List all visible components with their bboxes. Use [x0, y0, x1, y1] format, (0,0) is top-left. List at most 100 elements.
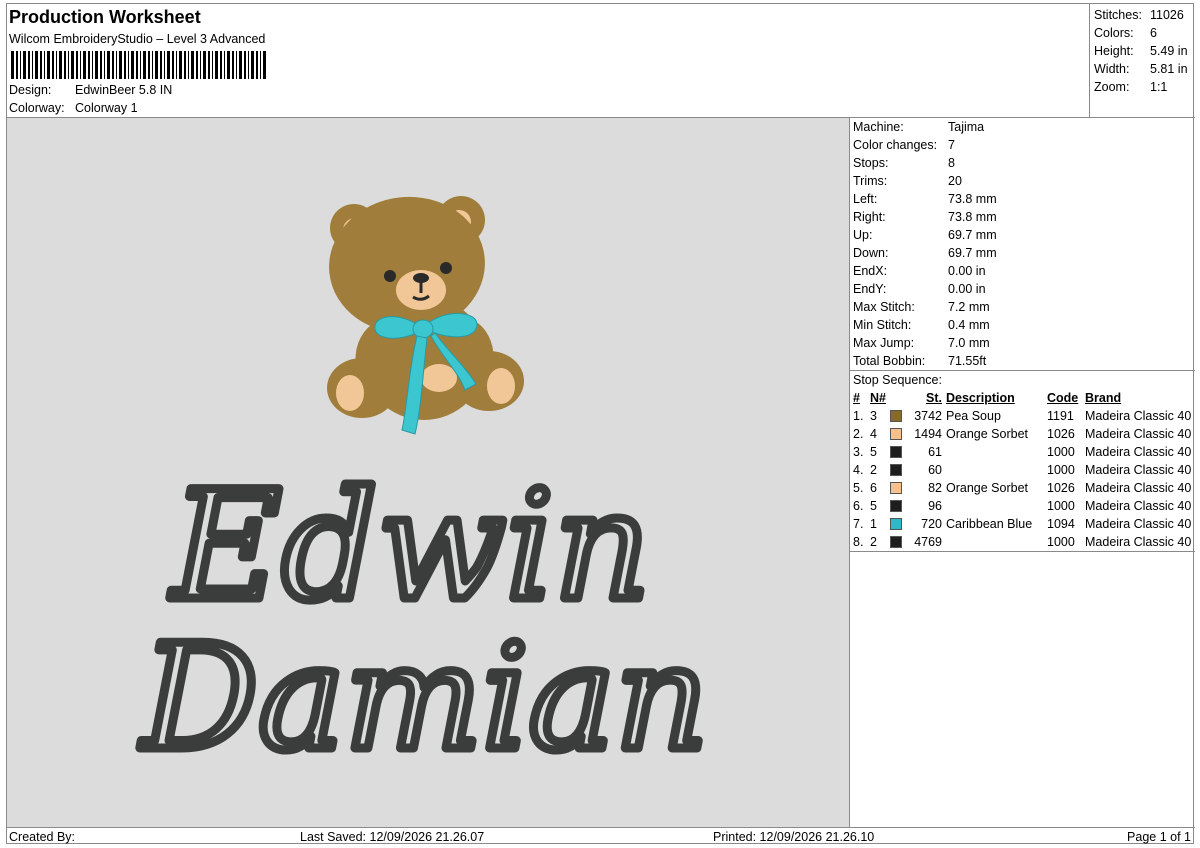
color-swatch — [890, 482, 902, 494]
col-description: Description — [946, 391, 1015, 405]
row-stitches: 4769 — [914, 535, 942, 549]
stat-row: Stitches: 11026 — [1094, 8, 1184, 22]
stop-sequence-row: 5. 6 82 Orange Sorbet 1026 Madeira Classic 40 — [850, 479, 1195, 497]
created-by: Created By: — [9, 830, 76, 844]
machine-info-row: Up: 69.7 mm — [850, 226, 1195, 244]
row-brand: Madeira Classic 40 — [1085, 481, 1192, 495]
info-value: 7.2 mm — [948, 300, 990, 314]
stat-row: Zoom: 1:1 — [1094, 80, 1168, 94]
row-description — [946, 461, 1047, 479]
color-swatch — [890, 500, 902, 512]
stop-sequence-table: # N# St. Description Code Brand 1. 3 3742 P… — [850, 389, 1195, 551]
colorway-value: Colorway 1 — [75, 101, 138, 115]
row-code: 1000 — [1047, 499, 1075, 513]
row-code: 1000 — [1047, 535, 1075, 549]
row-needle: 3 — [870, 409, 877, 423]
row-index: 2. — [853, 427, 864, 441]
stat-row: Colors: 6 — [1094, 26, 1157, 40]
row-description: Orange Sorbet — [946, 427, 1028, 441]
info-label: Total Bobbin: — [853, 354, 926, 368]
color-swatch-cell — [890, 461, 906, 479]
lettering-line-1: Edwin — [169, 460, 651, 634]
row-stitches: 60 — [928, 463, 942, 477]
row-needle: 2 — [870, 535, 877, 549]
page-number: Page 1 of 1 — [1127, 830, 1191, 844]
col-swatch — [890, 389, 906, 407]
row-needle: 6 — [870, 481, 877, 495]
design-canvas: Edwin Damian — [135, 196, 713, 788]
software-name: Wilcom EmbroideryStudio – Level 3 Advanc… — [9, 32, 266, 46]
info-label: Up: — [853, 228, 873, 242]
row-needle: 5 — [870, 445, 877, 459]
stat-row: Width: 5.81 in — [1094, 62, 1188, 76]
stop-sequence-row: 1. 3 3742 Pea Soup 1191 Madeira Classic 40 — [850, 407, 1195, 425]
info-value: 71.55ft — [948, 354, 987, 368]
color-swatch — [890, 446, 902, 458]
worksheet-header: Production Worksheet Wilcom EmbroiderySt… — [7, 4, 1089, 118]
machine-info-row: Stops: 8 — [850, 154, 1195, 172]
color-swatch-cell — [890, 425, 906, 443]
row-index: 1. — [853, 409, 864, 423]
color-swatch-cell — [890, 479, 906, 497]
machine-info-row: Color changes: 7 — [850, 136, 1195, 154]
row-code: 1026 — [1047, 427, 1075, 441]
row-description — [946, 533, 1047, 551]
info-label: Max Stitch: — [853, 300, 915, 314]
row-brand: Madeira Classic 40 — [1085, 499, 1192, 513]
row-needle: 2 — [870, 463, 877, 477]
row-needle: 4 — [870, 427, 877, 441]
stop-sequence-end — [850, 551, 1195, 552]
machine-info-row: Down: 69.7 mm — [850, 244, 1195, 262]
info-label: Color changes: — [853, 138, 938, 152]
row-index: 7. — [853, 517, 864, 531]
info-value: Tajima — [948, 120, 985, 134]
color-swatch-cell — [890, 533, 906, 551]
row-code: 1000 — [1047, 463, 1075, 477]
col-index: # — [853, 391, 860, 405]
worksheet-footer: Created By: Last Saved: 12/09/2026 21.26… — [7, 827, 1195, 845]
row-code: 1094 — [1047, 517, 1075, 531]
row-brand: Madeira Classic 40 — [1085, 409, 1192, 423]
info-value: 69.7 mm — [948, 228, 997, 242]
info-value: 8 — [948, 156, 955, 170]
row-description — [946, 443, 1047, 461]
machine-info-row: Machine: Tajima — [850, 118, 1195, 136]
info-label: Max Jump: — [853, 336, 915, 350]
row-brand: Madeira Classic 40 — [1085, 445, 1192, 459]
info-label: Right: — [853, 210, 886, 224]
design-label: Design: — [9, 83, 52, 97]
color-swatch — [890, 518, 902, 530]
info-label: EndY: — [853, 282, 887, 296]
worksheet-title: Production Worksheet — [9, 7, 201, 27]
row-needle: 1 — [870, 517, 877, 531]
row-description: Caribbean Blue — [946, 517, 1033, 531]
machine-info-row: Min Stitch: 0.4 mm — [850, 316, 1195, 334]
machine-info-row: Right: 73.8 mm — [850, 208, 1195, 226]
row-brand: Madeira Classic 40 — [1085, 463, 1192, 477]
row-brand: Madeira Classic 40 — [1085, 535, 1192, 549]
stop-sequence-section: Stop Sequence: # N# St. Description Code… — [850, 370, 1195, 552]
row-stitches: 61 — [928, 445, 942, 459]
info-label: Stops: — [853, 156, 889, 170]
info-label: EndX: — [853, 264, 888, 278]
colorway-label: Colorway: — [9, 101, 65, 115]
design-line: Design: EdwinBeer 5.8 IN — [9, 83, 172, 97]
barcode-image — [11, 51, 266, 79]
color-swatch — [890, 464, 902, 476]
stop-sequence-header: # N# St. Description Code Brand — [850, 389, 1195, 407]
row-index: 3. — [853, 445, 864, 459]
info-value: 69.7 mm — [948, 246, 997, 260]
info-label: Left: — [853, 192, 878, 206]
color-swatch — [890, 536, 902, 548]
stat-row: Height: 5.49 in — [1094, 44, 1188, 58]
col-brand: Brand — [1085, 391, 1122, 405]
stop-sequence-title: Stop Sequence: — [853, 373, 942, 387]
row-index: 5. — [853, 481, 864, 495]
machine-info-row: Max Stitch: 7.2 mm — [850, 298, 1195, 316]
machine-info-row: Trims: 20 — [850, 172, 1195, 190]
row-stitches: 96 — [928, 499, 942, 513]
machine-info-row: EndY: 0.00 in — [850, 280, 1195, 298]
machine-info-list: Machine: Tajima Color changes: 7 Stops: 8 Trim… — [850, 118, 1195, 370]
machine-info-row: Total Bobbin: 71.55ft — [850, 352, 1195, 370]
info-label: Trims: — [853, 174, 888, 188]
